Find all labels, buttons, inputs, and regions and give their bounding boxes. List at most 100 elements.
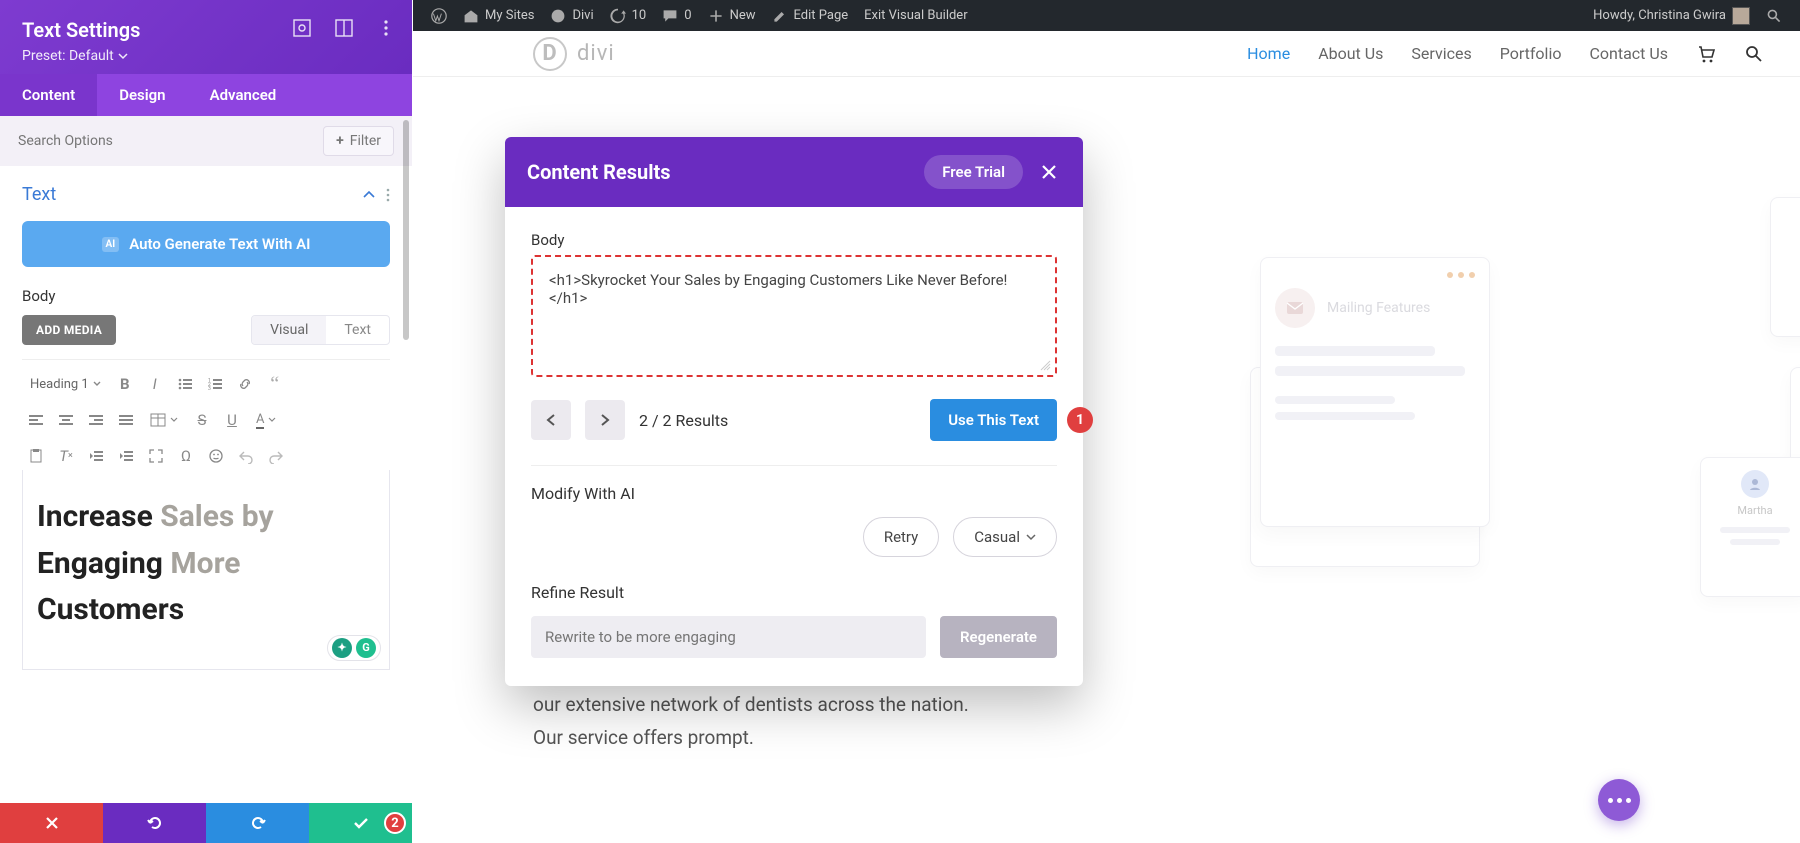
visual-text-toggle: Visual Text (251, 315, 390, 345)
search-bar: +Filter (0, 116, 412, 166)
italic-icon[interactable]: I (141, 370, 169, 398)
preset-selector[interactable]: Preset: Default (22, 48, 390, 64)
casual-button[interactable]: Casual (953, 517, 1057, 557)
tab-advanced[interactable]: Advanced (188, 74, 299, 116)
hint-badge-1: 1 (1067, 407, 1093, 433)
site-name[interactable]: Divi (542, 8, 601, 24)
comments[interactable]: 0 (654, 8, 699, 24)
refine-input[interactable] (531, 616, 926, 658)
use-this-text-button[interactable]: Use This Text (930, 399, 1057, 441)
undo-button[interactable] (103, 803, 206, 843)
indent-icon[interactable] (112, 442, 140, 470)
editor-content[interactable]: Increase Sales by Engaging More Customer… (22, 470, 390, 670)
underline-icon[interactable]: U (218, 406, 246, 434)
user-icon (1748, 477, 1762, 491)
add-media-button[interactable]: ADD MEDIA (22, 315, 116, 345)
filter-button[interactable]: +Filter (323, 126, 394, 156)
clear-format-icon[interactable]: T× (52, 442, 80, 470)
site-logo[interactable]: Ddivi (533, 37, 615, 71)
exit-vb[interactable]: Exit Visual Builder (856, 8, 975, 23)
svg-text:3: 3 (208, 386, 211, 392)
auto-generate-button[interactable]: AI Auto Generate Text With AI (22, 221, 390, 267)
tab-content[interactable]: Content (0, 74, 97, 116)
free-trial-button[interactable]: Free Trial (924, 155, 1023, 189)
bullet-list-icon[interactable] (171, 370, 199, 398)
nav-contact[interactable]: Contact Us (1589, 44, 1668, 63)
outdent-icon[interactable] (82, 442, 110, 470)
undo-icon[interactable] (232, 442, 260, 470)
content-results-modal: Content Results Free Trial Body 2 / 2 Re… (505, 137, 1083, 686)
nav-portfolio[interactable]: Portfolio (1500, 44, 1562, 63)
panel-header: Text Settings Preset: Default (0, 0, 412, 74)
retry-button[interactable]: Retry (863, 517, 939, 557)
page-body: Mailing Features (413, 77, 1800, 843)
tab-design[interactable]: Design (97, 74, 187, 116)
quote-icon[interactable]: “ (261, 370, 289, 398)
howdy[interactable]: Howdy, Christina Gwira (1585, 7, 1758, 25)
helper-icon-1[interactable]: ✦ (332, 638, 352, 658)
chevron-up-icon[interactable] (362, 188, 376, 202)
search-icon[interactable] (1744, 44, 1764, 64)
align-left-icon[interactable] (22, 406, 50, 434)
body-textarea-wrapper (531, 255, 1057, 377)
edit-page[interactable]: Edit Page (764, 8, 857, 24)
modify-label: Modify With AI (531, 484, 1057, 503)
regenerate-button[interactable]: Regenerate (940, 616, 1057, 658)
section-text-header[interactable]: Text (22, 184, 390, 205)
my-sites[interactable]: My Sites (455, 8, 542, 24)
panel-scrollbar[interactable] (403, 120, 409, 340)
omega-icon[interactable]: Ω (172, 442, 200, 470)
modal-title: Content Results (527, 160, 924, 184)
strike-icon[interactable]: S (188, 406, 216, 434)
howdy-label: Howdy, Christina Gwira (1593, 8, 1726, 23)
expand-icon[interactable] (292, 18, 312, 38)
link-icon[interactable] (231, 370, 259, 398)
align-right-icon[interactable] (82, 406, 110, 434)
table-icon[interactable] (142, 406, 186, 434)
paste-icon[interactable] (22, 442, 50, 470)
my-sites-label: My Sites (485, 8, 534, 23)
text-color-icon[interactable]: A (248, 406, 284, 434)
panel-footer: 2 (0, 803, 412, 843)
updates[interactable]: 10 (602, 8, 655, 24)
site-name-label: Divi (572, 8, 593, 23)
mailing-label: Mailing Features (1327, 299, 1430, 317)
redo-button[interactable] (206, 803, 309, 843)
bold-icon[interactable]: B (111, 370, 139, 398)
align-center-icon[interactable] (52, 406, 80, 434)
cart-icon[interactable] (1696, 44, 1716, 64)
emoji-icon[interactable] (202, 442, 230, 470)
columns-icon[interactable] (334, 18, 354, 38)
floating-action-button[interactable] (1598, 779, 1640, 821)
editor-text-3: Engaging (37, 546, 170, 581)
prev-button[interactable] (531, 400, 571, 440)
fullscreen-icon[interactable] (142, 442, 170, 470)
resize-handle-icon[interactable] (1039, 359, 1051, 371)
nav-about[interactable]: About Us (1318, 44, 1383, 63)
justify-icon[interactable] (112, 406, 140, 434)
more-icon[interactable] (376, 18, 396, 38)
panel-body: Text AI Auto Generate Text With AI Body … (0, 166, 412, 803)
redo-icon[interactable] (262, 442, 290, 470)
nav-services[interactable]: Services (1411, 44, 1471, 63)
section-more-icon[interactable] (386, 188, 390, 202)
search-input[interactable] (18, 133, 313, 149)
new[interactable]: New (700, 8, 764, 24)
nav-home[interactable]: Home (1247, 44, 1290, 63)
save-button[interactable]: 2 (309, 803, 412, 843)
refine-label: Refine Result (531, 583, 1057, 602)
ordered-list-icon[interactable]: 123 (201, 370, 229, 398)
martha-label: Martha (1737, 504, 1772, 517)
ai-badge-icon: AI (102, 237, 120, 252)
cancel-button[interactable] (0, 803, 103, 843)
toggle-visual[interactable]: Visual (252, 316, 326, 344)
heading-select[interactable]: Heading 1 (22, 370, 109, 398)
wp-logo[interactable] (423, 8, 455, 24)
body-textarea[interactable] (549, 271, 1039, 357)
next-button[interactable] (585, 400, 625, 440)
helper-icon-2[interactable]: G (356, 638, 376, 658)
admin-search[interactable] (1758, 8, 1790, 24)
toggle-text[interactable]: Text (326, 316, 389, 344)
close-icon[interactable] (1037, 160, 1061, 184)
panel-tabs: Content Design Advanced (0, 74, 412, 116)
